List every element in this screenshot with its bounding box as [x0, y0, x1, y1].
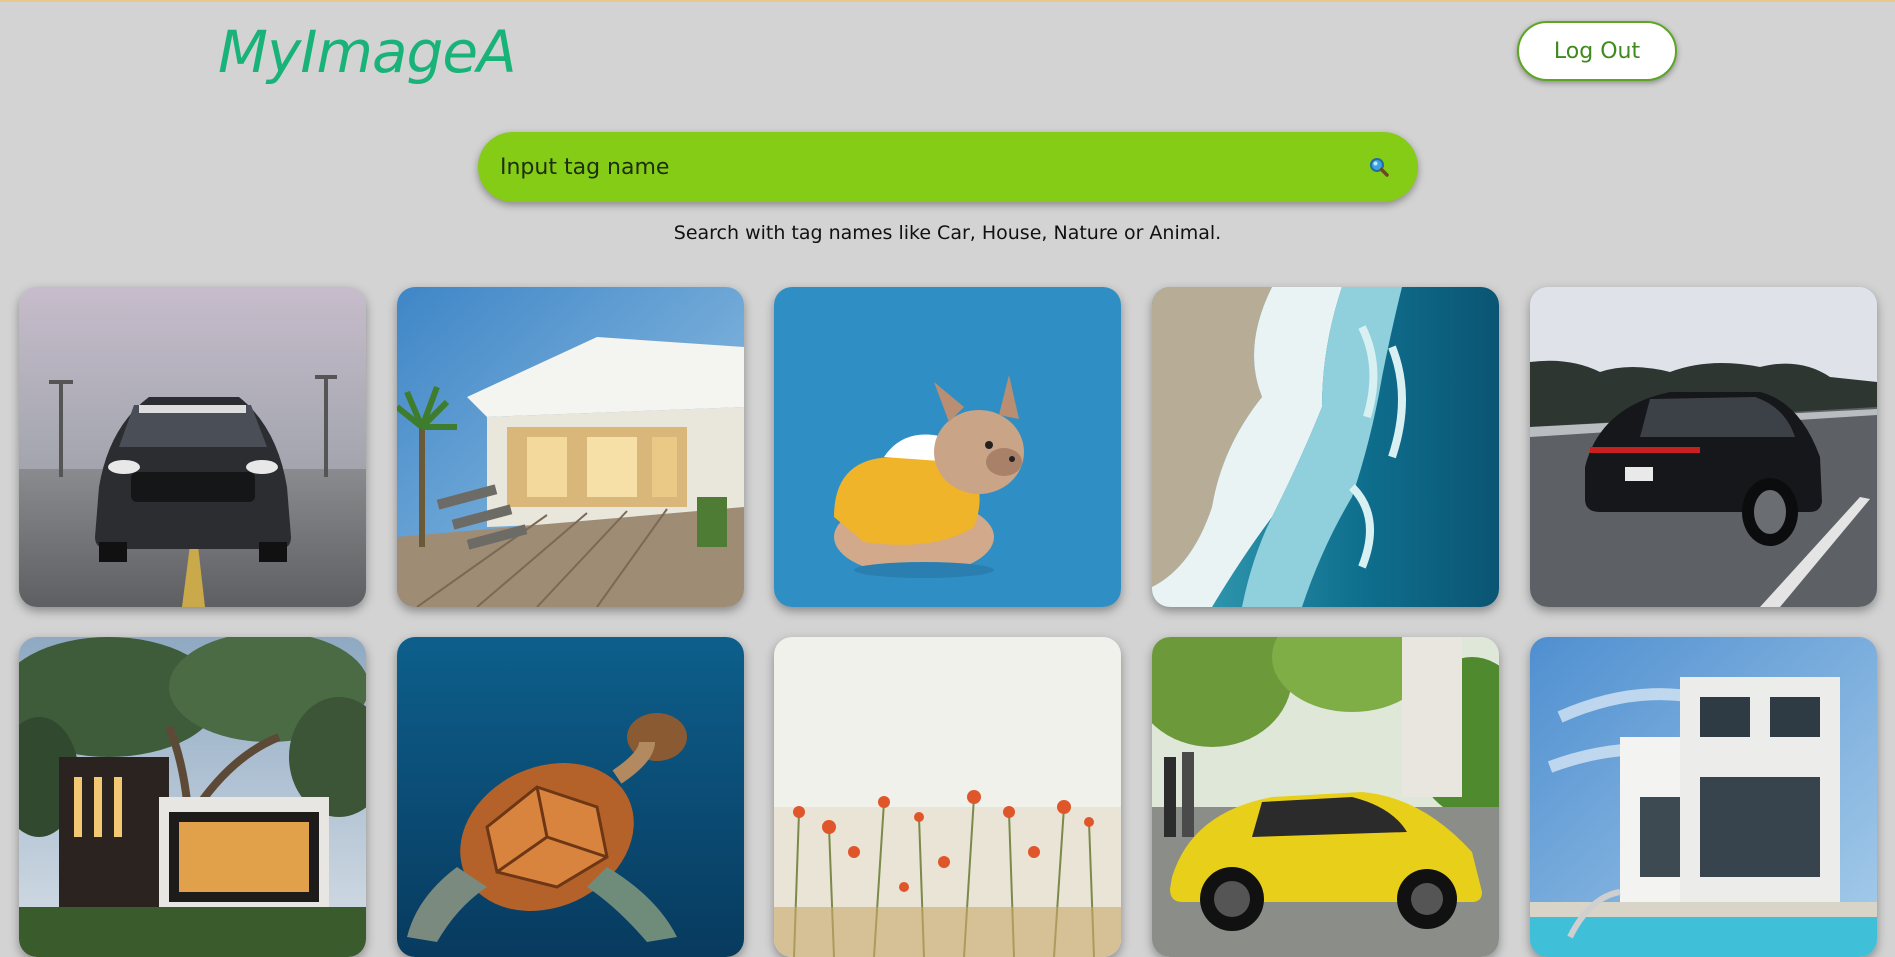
gallery-image-sports-car[interactable]: [1530, 287, 1877, 607]
gallery-image-car[interactable]: [19, 287, 366, 607]
search-input[interactable]: [498, 153, 1366, 181]
gallery-image-yellow-car[interactable]: [1152, 637, 1499, 957]
image-gallery: [19, 287, 1879, 957]
app-logo[interactable]: MyImageA: [218, 18, 517, 86]
logout-button[interactable]: Log Out: [1517, 21, 1677, 81]
gallery-image-poppy-field[interactable]: [774, 637, 1121, 957]
gallery-image-sea-turtle[interactable]: [397, 637, 744, 957]
gallery-image-house-patio[interactable]: [397, 287, 744, 607]
search-hint: Search with tag names like Car, House, N…: [673, 222, 1222, 244]
search-bar: [478, 132, 1418, 202]
gallery-image-ocean-waves[interactable]: [1152, 287, 1499, 607]
gallery-image-dog[interactable]: [774, 287, 1121, 607]
magnifier-icon[interactable]: [1366, 154, 1392, 180]
gallery-image-white-villa[interactable]: [1530, 637, 1877, 957]
top-border-line: [0, 0, 1895, 2]
gallery-image-modern-house[interactable]: [19, 637, 366, 957]
